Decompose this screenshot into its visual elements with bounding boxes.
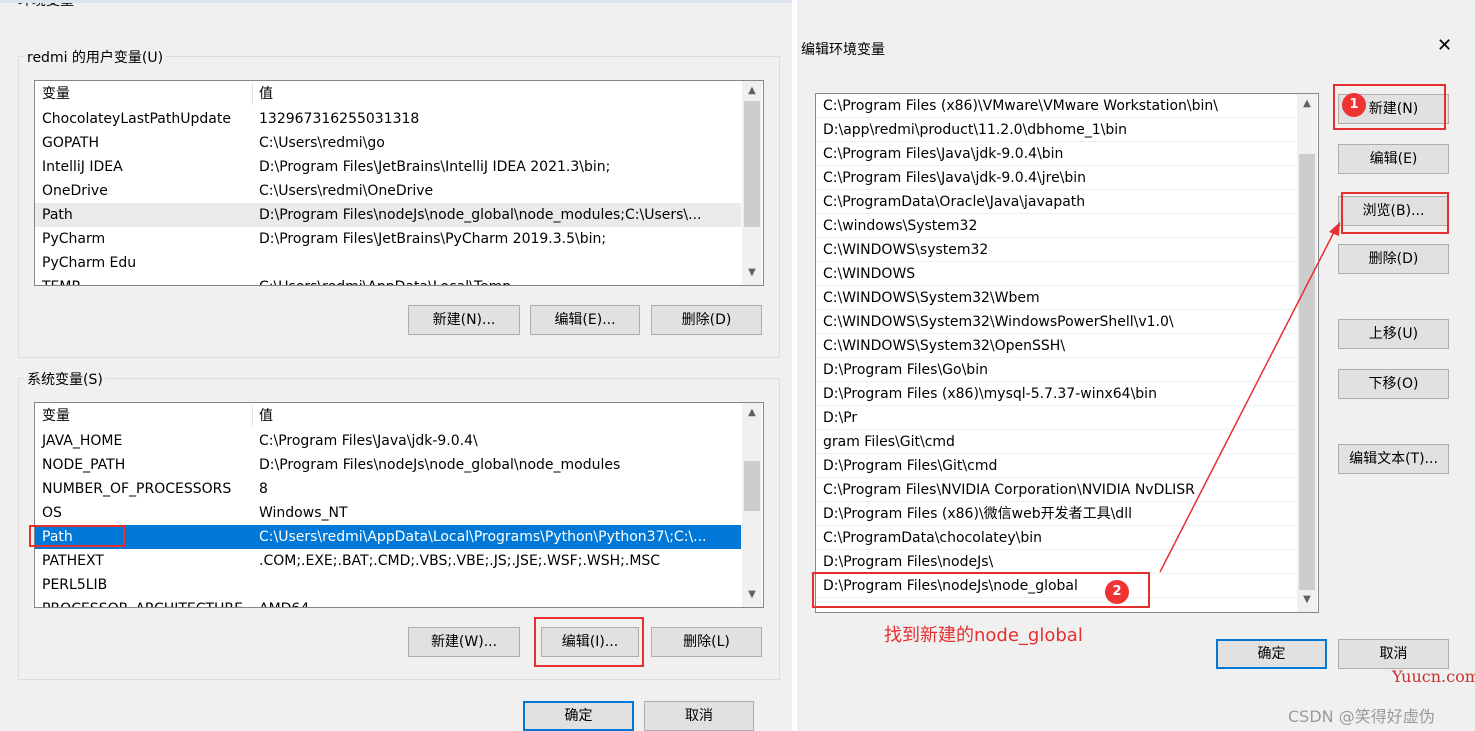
yuucn-watermark: Yuucn.com [1392,667,1475,686]
annotation-arrow [1159,222,1340,573]
annotation-note: 找到新建的node_global [884,625,1083,646]
csdn-watermark: CSDN @笑得好虚伪 [1288,707,1435,726]
